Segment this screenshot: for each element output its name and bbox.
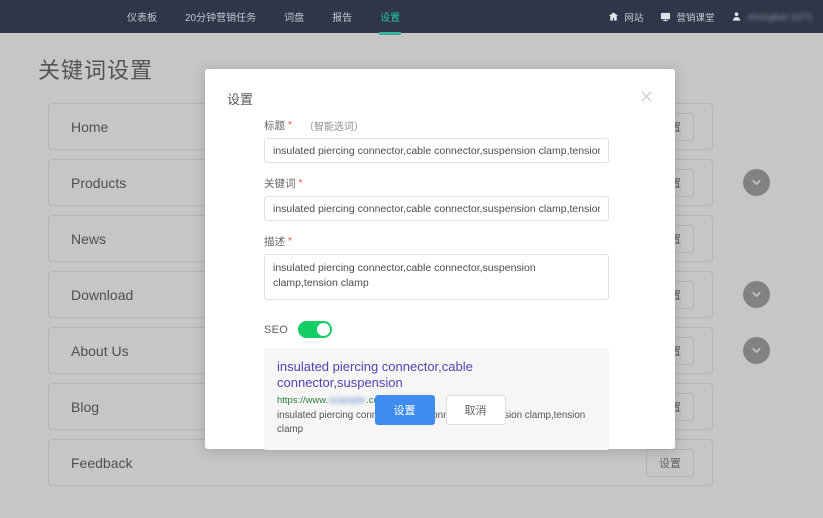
field-keywords-label-text: 关键词: [264, 176, 296, 191]
seo-label: SEO: [264, 324, 288, 336]
nav-username: zhongkai-1071: [747, 12, 813, 22]
modal-confirm-button[interactable]: 设置: [375, 395, 435, 425]
home-icon: [607, 10, 620, 23]
nav-item-dashboard[interactable]: 仪表板: [113, 0, 171, 33]
modal-action-bar: 设置 取消: [205, 395, 675, 425]
field-description-label: 描述 *: [264, 234, 609, 249]
nav-item-settings[interactable]: 设置: [366, 0, 414, 33]
field-title: 标题 * （智能选词）: [264, 118, 609, 163]
modal-cancel-button[interactable]: 取消: [446, 395, 506, 425]
required-marker: *: [288, 236, 292, 247]
nav-site-link[interactable]: 网站: [607, 10, 643, 24]
required-marker: *: [288, 120, 292, 131]
top-nav-left-group: 仪表板 20分钟营销任务 词盘 报告 设置: [113, 0, 414, 33]
field-keywords-label: 关键词 *: [264, 176, 609, 191]
nav-item-label: 设置: [380, 9, 400, 24]
video-board-icon: [659, 10, 672, 23]
close-icon[interactable]: [637, 87, 655, 105]
nav-item-word-board[interactable]: 词盘: [270, 0, 318, 33]
user-icon: [730, 10, 743, 23]
modal-title: 设置: [227, 89, 253, 108]
seo-toggle-knob: [317, 323, 330, 336]
required-marker: *: [299, 178, 303, 189]
field-description: 描述 * insulated piercing connector,cable …: [264, 234, 609, 305]
field-title-hint: （智能选词）: [304, 118, 364, 133]
seo-toggle[interactable]: [298, 321, 332, 338]
field-title-label: 标题 * （智能选词）: [264, 118, 609, 133]
nav-item-label: 词盘: [284, 9, 304, 24]
nav-item-label: 报告: [332, 9, 352, 24]
settings-modal: 设置 标题 * （智能选词） 关键词 * 描述 * insulated pie: [205, 69, 675, 449]
top-navigation-bar: 仪表板 20分钟营销任务 词盘 报告 设置 网站: [0, 0, 823, 33]
nav-site-label: 网站: [624, 10, 643, 24]
title-input[interactable]: [264, 138, 609, 163]
field-description-label-text: 描述: [264, 234, 285, 249]
nav-item-label: 仪表板: [127, 9, 157, 24]
nav-item-label: 20分钟营销任务: [185, 9, 256, 24]
seo-preview-title[interactable]: insulated piercing connector,cable conne…: [277, 359, 596, 392]
nav-marketing-class-link[interactable]: 营销课堂: [659, 10, 714, 24]
top-nav-right-group: 网站 营销课堂 zhongkai-1071: [591, 10, 813, 24]
keywords-input[interactable]: [264, 196, 609, 221]
nav-item-marketing-task[interactable]: 20分钟营销任务: [171, 0, 270, 33]
nav-user-menu[interactable]: zhongkai-1071: [730, 10, 813, 23]
nav-marketing-class-label: 营销课堂: [676, 10, 714, 24]
field-keywords: 关键词 *: [264, 176, 609, 221]
nav-item-report[interactable]: 报告: [318, 0, 366, 33]
field-title-label-text: 标题: [264, 118, 285, 133]
description-textarea[interactable]: insulated piercing connector,cable conne…: [264, 254, 609, 300]
seo-toggle-row: SEO: [264, 321, 609, 338]
